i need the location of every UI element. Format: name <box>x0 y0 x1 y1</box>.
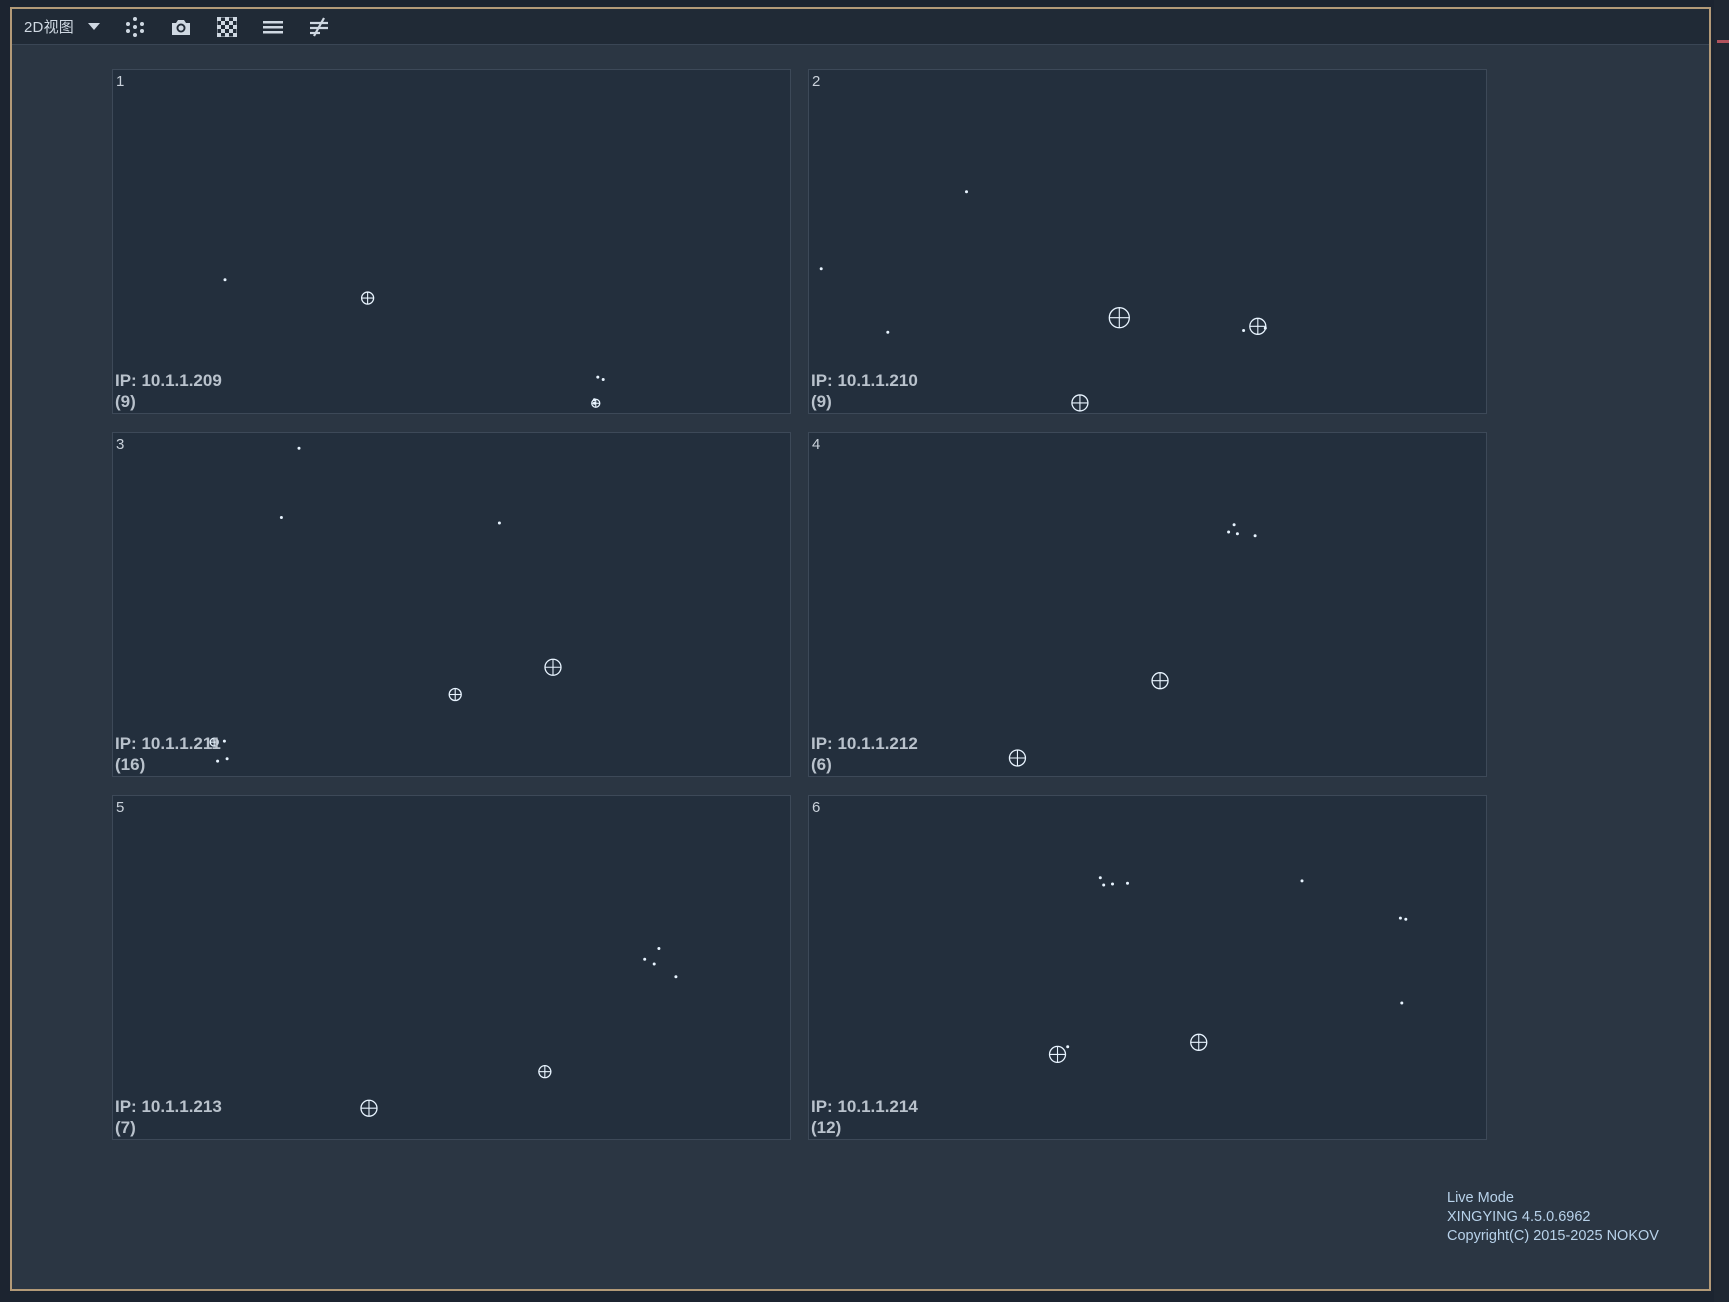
crosshair-marker <box>538 1065 552 1079</box>
marker-count-label: (9) <box>115 392 136 411</box>
camera-panel-1[interactable]: 1 IP: 10.1.1.209 (9) <box>112 69 791 414</box>
camera-view-canvas <box>360 947 678 1117</box>
camera-view-canvas <box>209 446 562 763</box>
marker-point <box>1235 532 1239 536</box>
marker-point <box>674 975 678 979</box>
marker-point <box>222 739 226 743</box>
chevron-down-icon <box>87 23 100 30</box>
copyright-label: Copyright(C) 2015-2025 NOKOV <box>1447 1228 1659 1244</box>
marker-point <box>657 947 661 950</box>
camera-ip-label: IP: 10.1.1.209 <box>115 371 222 390</box>
marker-point <box>1102 883 1106 887</box>
status-overlay: Live Mode XINGYING 4.5.0.6962 Copyright(… <box>1447 1189 1659 1246</box>
marker-count-label: (12) <box>811 1118 842 1137</box>
camera-view-canvas <box>1008 523 1257 767</box>
camera-ip-label: IP: 10.1.1.212 <box>811 734 918 753</box>
camera-ip-label: IP: 10.1.1.211 <box>115 734 221 753</box>
version-label: XINGYING 4.5.0.6962 <box>1447 1209 1591 1225</box>
horizontal-lines-icon <box>262 20 283 33</box>
crosshair-marker <box>1108 307 1130 329</box>
camera-ip-label: IP: 10.1.1.213 <box>115 1097 222 1116</box>
camera-ip-label: IP: 10.1.1.210 <box>811 371 918 390</box>
marker-point <box>886 330 890 334</box>
marker-point <box>216 759 220 763</box>
crosshair-marker <box>1008 749 1027 767</box>
marker-count-label: (7) <box>115 1118 136 1137</box>
crosshair-marker <box>1071 394 1089 412</box>
marker-point <box>223 278 227 282</box>
right-edge-strip <box>1714 0 1729 1302</box>
crosshair-marker <box>360 1099 378 1117</box>
marker-point <box>1300 879 1304 883</box>
marker-point <box>1404 917 1408 921</box>
marker-point <box>1232 523 1236 527</box>
view-mode-dropdown[interactable]: 2D视图 <box>12 9 106 44</box>
camera-view-canvas <box>1048 876 1408 1064</box>
camera-panel-3[interactable]: 3 IP: 10.1.1.211 (16) <box>112 432 791 777</box>
crosshair-marker <box>448 687 462 702</box>
view-mode-label: 2D视图 <box>24 19 74 36</box>
marker-point <box>643 957 647 961</box>
layout-button[interactable] <box>256 12 290 42</box>
checkerboard-icon <box>216 16 237 37</box>
marker-point <box>1242 329 1246 332</box>
crosshair-marker <box>1190 1033 1208 1051</box>
crosshair-marker <box>360 291 375 305</box>
marker-point <box>1066 1045 1070 1049</box>
marker-count-label: (6) <box>811 755 832 774</box>
crosshair-marker <box>591 398 601 408</box>
marker-point <box>279 516 283 519</box>
camera-view-canvas <box>223 278 605 408</box>
marker-point <box>601 378 605 381</box>
marker-point <box>1126 881 1129 885</box>
view-toolbar: 2D视图 <box>12 9 1709 45</box>
marker-point <box>1253 534 1257 538</box>
marker-point <box>497 521 501 525</box>
marker-point <box>1400 1001 1404 1005</box>
camera-panel-4[interactable]: 4 IP: 10.1.1.212 (6) <box>808 432 1487 777</box>
marker-point <box>596 375 600 379</box>
marker-point <box>297 446 301 450</box>
crosshair-marker <box>544 658 562 676</box>
live-mode-label: Live Mode <box>1447 1190 1514 1206</box>
camera-panel-2[interactable]: 2 IP: 10.1.1.210 (9) <box>808 69 1487 414</box>
crosshair-marker <box>1048 1045 1067 1064</box>
marker-point <box>1111 882 1114 886</box>
marker-point <box>819 267 823 271</box>
filter-button[interactable] <box>302 12 336 42</box>
not-equal-icon <box>309 16 328 37</box>
crosshair-marker <box>1249 317 1267 335</box>
marker-point <box>652 962 656 966</box>
camera-view-canvas <box>819 190 1267 412</box>
marker-count-label: (9) <box>811 392 832 411</box>
camera-panel-6[interactable]: 6 IP: 10.1.1.214 (12) <box>808 795 1487 1140</box>
mask-button[interactable] <box>210 12 244 42</box>
camera-ip-label: IP: 10.1.1.214 <box>811 1097 918 1116</box>
snapshot-button[interactable] <box>164 12 198 42</box>
markers-toggle-button[interactable] <box>118 12 152 42</box>
marker-count-label: (16) <box>115 755 146 774</box>
dots-cluster-icon <box>125 16 144 37</box>
crosshair-marker <box>1151 672 1169 690</box>
edge-accent <box>1717 40 1729 43</box>
marker-point <box>1227 530 1231 534</box>
camera-icon <box>171 19 190 35</box>
marker-point <box>1098 876 1102 880</box>
marker-point <box>1398 916 1402 920</box>
camera-panel-5[interactable]: 5 IP: 10.1.1.213 (7) <box>112 795 791 1140</box>
marker-point <box>225 757 229 761</box>
marker-point <box>965 190 968 194</box>
camera-2d-view-window: 2D视图 1 IP: 10.1.1.209 (9) 2 IP: 10.1.1.2… <box>10 7 1711 1291</box>
